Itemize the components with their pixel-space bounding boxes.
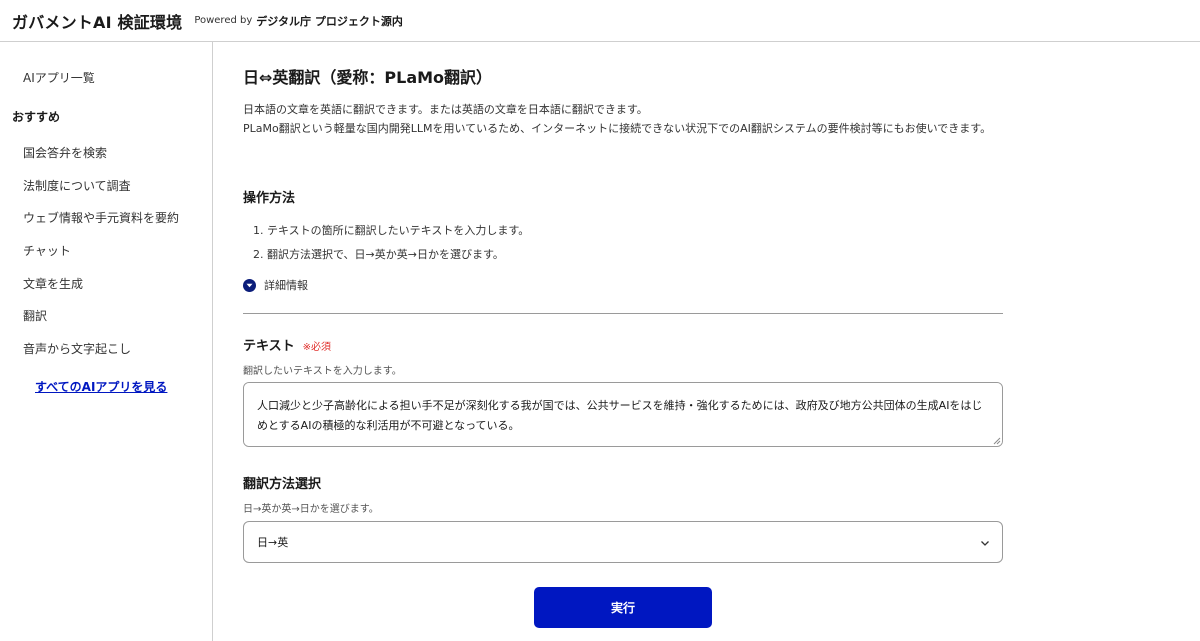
- method-field-label: 翻訳方法選択: [243, 477, 322, 492]
- sidebar-item-generate[interactable]: 文章を生成: [23, 275, 83, 292]
- details-label: 詳細情報: [264, 279, 308, 292]
- sidebar-item-app-list[interactable]: AIアプリ一覧: [23, 69, 95, 86]
- page-description: 日本語の文章を英語に翻訳できます。または英語の文章を日本語に翻訳できます。 PL…: [243, 100, 1003, 138]
- howto-step-1: 1. テキストの箇所に翻訳したいテキストを入力します。: [253, 224, 530, 237]
- powered-by-label: Powered by: [194, 15, 253, 26]
- method-field-label-row: 翻訳方法選択: [243, 473, 321, 492]
- howto-step-2: 2. 翻訳方法選択で、日→英か英→日かを選びます。: [253, 248, 504, 261]
- required-badge: ※必須: [302, 342, 332, 353]
- sidebar-section-recommended: おすすめ: [12, 110, 61, 124]
- app-title[interactable]: ガバメントAI 検証環境: [12, 9, 182, 33]
- text-field-help: 翻訳したいテキストを入力します。: [243, 366, 402, 377]
- sidebar-item-diet-answers[interactable]: 国会答弁を検索: [23, 144, 107, 161]
- sidebar-item-chat[interactable]: チャット: [23, 242, 71, 259]
- howto-heading: 操作方法: [243, 191, 296, 206]
- sidebar-item-transcribe[interactable]: 音声から文字起こし: [23, 340, 131, 357]
- sidebar-item-legal-research[interactable]: 法制度について調査: [23, 177, 131, 194]
- page-title: 日⇔英翻訳（愛称：PLaMo翻訳）: [243, 68, 493, 87]
- sidebar-item-translate[interactable]: 翻訳: [23, 307, 47, 324]
- translation-method-select[interactable]: 日→英: [243, 521, 1003, 563]
- method-field-help: 日→英か英→日かを選びます。: [243, 504, 379, 515]
- description-line-2: PLaMo翻訳という軽量な国内開発LLMを用いているため、インターネットに接続で…: [243, 122, 992, 135]
- see-all-apps-link[interactable]: すべてのAIアプリを見る: [35, 378, 167, 395]
- section-divider: [243, 313, 1003, 314]
- org-name: デジタル庁 プロジェクト源内: [256, 14, 403, 28]
- text-input[interactable]: 人口減少と少子高齢化による担い手不足が深刻化する我が国では、公共サービスを維持・…: [243, 382, 1003, 447]
- text-field-label-row: テキスト ※必須: [243, 335, 331, 354]
- sidebar: AIアプリ一覧 おすすめ 国会答弁を検索 法制度について調査 ウェブ情報や手元資…: [0, 42, 213, 641]
- chevron-down-icon: [981, 541, 989, 546]
- sidebar-item-summarize[interactable]: ウェブ情報や手元資料を要約: [23, 209, 179, 226]
- resize-handle-icon[interactable]: [991, 435, 1001, 445]
- app-header: ガバメントAI 検証環境 Powered by デジタル庁 プロジェクト源内: [0, 0, 1200, 42]
- details-toggle[interactable]: 詳細情報: [243, 277, 308, 293]
- run-button[interactable]: 実行: [534, 587, 712, 628]
- chevron-down-icon: [243, 278, 256, 292]
- translation-method-value: 日→英: [257, 536, 289, 549]
- text-field-label: テキスト: [243, 339, 295, 354]
- description-line-1: 日本語の文章を英語に翻訳できます。または英語の文章を日本語に翻訳できます。: [243, 103, 648, 116]
